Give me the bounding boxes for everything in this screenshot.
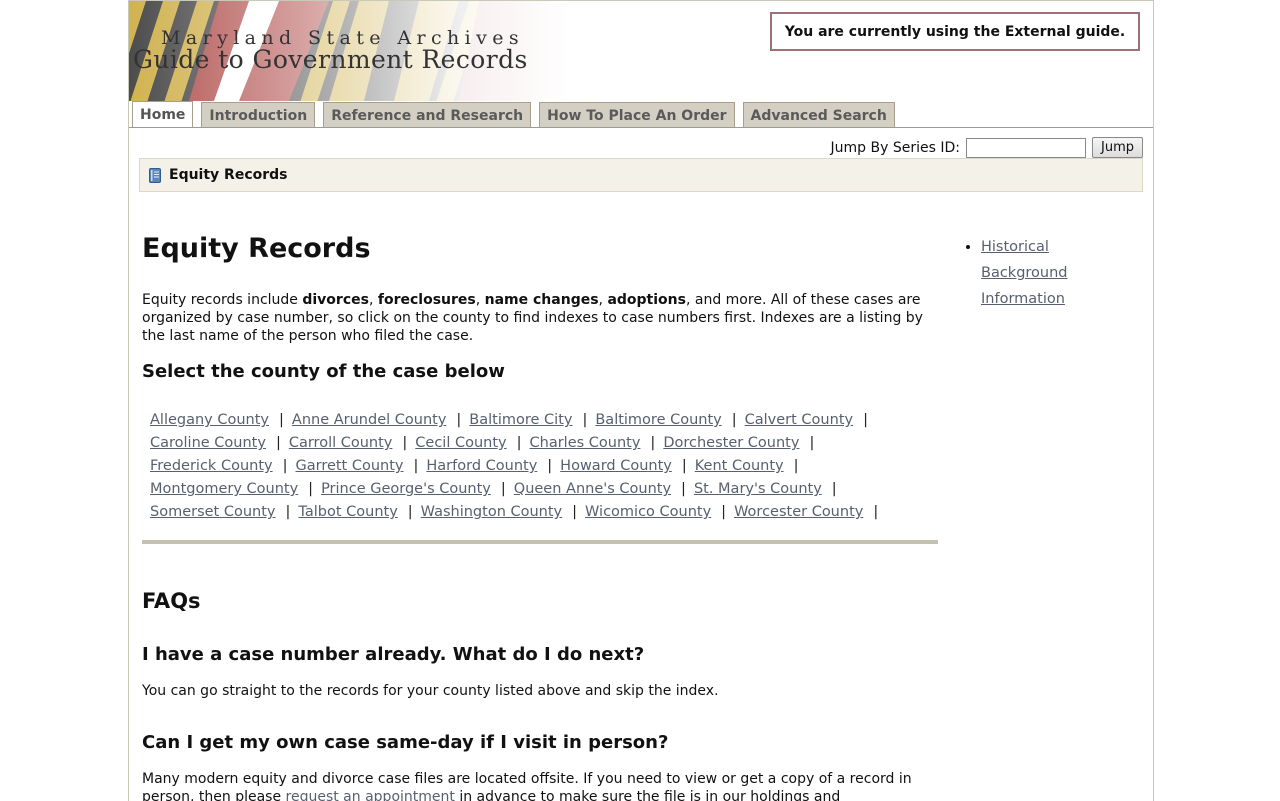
intro-keyword: foreclosures (377, 292, 476, 308)
sidebar-list: Historical Background Information (961, 234, 1111, 312)
link-separator: | (500, 481, 506, 497)
faq-answer: Many modern equity and divorce case file… (142, 770, 939, 801)
intro-keyword: divorces (302, 292, 369, 308)
link-separator: | (402, 435, 408, 451)
tab-home[interactable]: Home (132, 101, 194, 128)
intro-paragraph: Equity records include divorces, foreclo… (142, 291, 939, 345)
link-separator: | (516, 435, 522, 451)
sidebar: Historical Background Information (961, 234, 1111, 312)
series-id-input[interactable] (966, 137, 1086, 158)
link-separator: | (407, 504, 413, 520)
county-link[interactable]: Howard County (560, 458, 672, 474)
county-link[interactable]: Wicomico County (585, 504, 711, 520)
section-divider (142, 540, 938, 544)
link-separator: | (547, 458, 553, 474)
faq-question: I have a case number already. What do I … (142, 644, 645, 665)
link-separator: | (831, 481, 837, 497)
link-separator: | (282, 458, 288, 474)
intro-keyword: name changes (484, 292, 599, 308)
link-separator: | (681, 481, 686, 497)
county-link[interactable]: Garrett County (295, 458, 403, 474)
county-link[interactable]: Allegany County (150, 412, 269, 428)
faq-answer: You can go straight to the records for y… (142, 683, 719, 699)
county-link[interactable]: Prince George's County (321, 481, 491, 497)
county-row: Allegany County | Anne Arundel County | Balt… (150, 409, 939, 432)
county-link[interactable]: Cecil County (415, 435, 506, 451)
county-link[interactable]: Charles County (530, 435, 641, 451)
county-link[interactable]: St. Mary's County (694, 481, 822, 497)
county-link[interactable]: Frederick County (150, 458, 273, 474)
county-link[interactable]: Montgomery County (150, 481, 298, 497)
county-link[interactable]: Baltimore City (469, 412, 572, 428)
link-separator: | (731, 412, 737, 428)
jump-by-series: Jump By Series ID: Jump (831, 137, 1143, 158)
intro-text: Equity records include (142, 292, 303, 308)
link-separator: | (721, 504, 727, 520)
county-link[interactable]: Carroll County (289, 435, 393, 451)
link-separator: | (275, 435, 281, 451)
county-link[interactable]: Kent County (695, 458, 784, 474)
faq-answer-text: in advance to make sure the file is in o… (454, 789, 841, 801)
link-separator: | (285, 504, 291, 520)
link-separator: | (863, 412, 868, 428)
county-link[interactable]: Queen Anne's County (514, 481, 671, 497)
county-row: Montgomery County | Prince George's County… (150, 478, 939, 501)
county-link[interactable]: Anne Arundel County (292, 412, 447, 428)
county-row: Frederick County | Garrett County | Harford … (150, 455, 939, 478)
link-separator: | (279, 412, 284, 428)
link-separator: | (582, 412, 588, 428)
link-separator: | (308, 481, 314, 497)
tab-advanced-search[interactable]: Advanced Search (742, 102, 895, 127)
county-link[interactable]: Caroline County (150, 435, 266, 451)
tab-how-to-place-an-order[interactable]: How To Place An Order (539, 102, 735, 127)
tabs-divider (129, 127, 1153, 128)
header-banner: Maryland State Archives Guide to Governm… (129, 1, 569, 101)
link-separator: | (873, 504, 879, 520)
faq-question: Can I get my own case same-day if I visi… (142, 732, 669, 753)
intro-keyword: adoptions (607, 292, 686, 308)
sidebar-item: Historical Background Information (981, 234, 1111, 312)
guide-notice: You are currently using the External gui… (770, 12, 1140, 51)
site-title[interactable]: Guide to Government Records (133, 45, 528, 74)
county-link[interactable]: Harford County (426, 458, 537, 474)
tab-introduction[interactable]: Introduction (201, 102, 316, 127)
county-row: Caroline County | Carroll County | Cecil Cou… (150, 432, 939, 455)
book-icon (149, 167, 161, 183)
link-separator: | (650, 435, 656, 451)
main-content: Equity Records Equity records include di… (142, 221, 939, 801)
county-links: Allegany County | Anne Arundel County | Balt… (142, 409, 939, 524)
county-link[interactable]: Worcester County (734, 504, 863, 520)
intro-text: , (475, 292, 485, 308)
page-title: Equity Records (142, 233, 371, 264)
link-separator: | (572, 504, 578, 520)
county-link[interactable]: Baltimore County (595, 412, 721, 428)
breadcrumb-label: Equity Records (169, 167, 288, 183)
county-link[interactable]: Somerset County (150, 504, 276, 520)
jump-button[interactable]: Jump (1092, 137, 1143, 158)
faq-heading: FAQs (142, 589, 201, 613)
link-separator: | (456, 412, 462, 428)
county-row: Somerset County | Talbot County | Washington… (150, 501, 939, 524)
page: Maryland State Archives Guide to Governm… (128, 0, 1154, 801)
link-separator: | (681, 458, 687, 474)
county-link[interactable]: Talbot County (298, 504, 397, 520)
county-link[interactable]: Calvert County (745, 412, 853, 428)
intro-text: , (368, 292, 378, 308)
main-tabs: Home Introduction Reference and Research… (132, 101, 903, 128)
county-link[interactable]: Dorchester County (663, 435, 799, 451)
link-separator: | (413, 458, 419, 474)
historical-background-link[interactable]: Historical Background Information (981, 239, 1068, 307)
link-separator: | (809, 435, 815, 451)
county-link[interactable]: Washington County (421, 504, 562, 520)
request-appointment-link[interactable]: request an appointment (286, 789, 455, 801)
select-county-heading: Select the county of the case below (142, 361, 505, 382)
breadcrumb: Equity Records (139, 158, 1143, 192)
jump-label: Jump By Series ID: (830, 139, 960, 156)
tab-reference-and-research[interactable]: Reference and Research (323, 102, 532, 127)
link-separator: | (793, 458, 799, 474)
